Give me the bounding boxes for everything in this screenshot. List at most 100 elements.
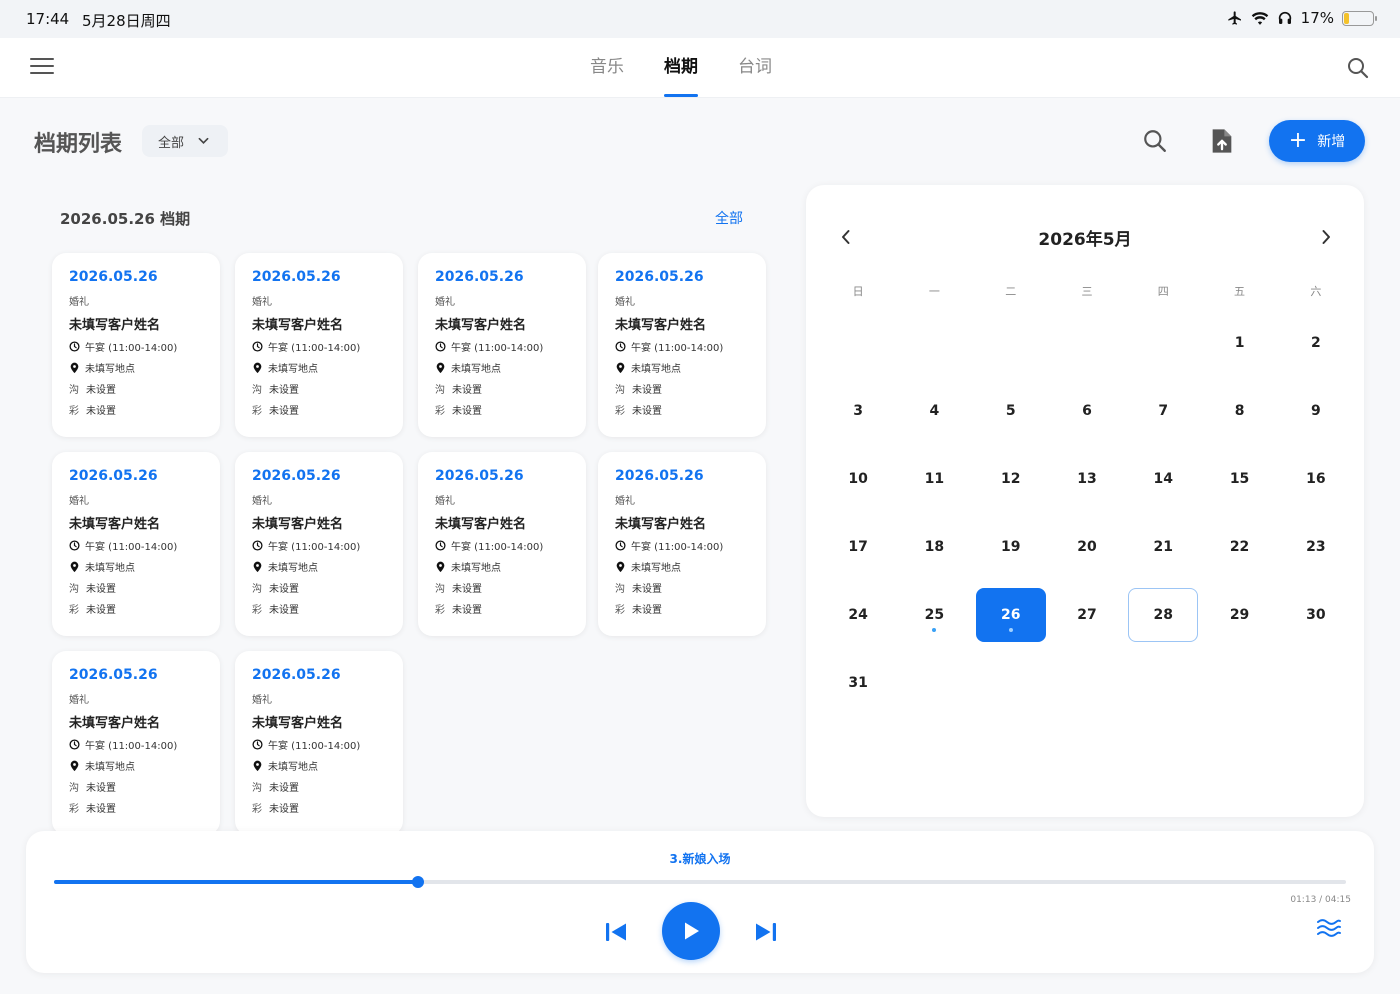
calendar-day[interactable]: 12 (973, 445, 1049, 513)
schedule-card[interactable]: 2026.05.26 婚礼 未填写客户姓名 午宴 (11:00-14:00) 未… (235, 253, 403, 437)
calendar-day[interactable]: 23 (1278, 513, 1354, 581)
schedule-search-icon[interactable] (1142, 128, 1168, 154)
calendar-day[interactable]: 15 (1201, 445, 1277, 513)
card-date: 2026.05.26 (615, 468, 704, 484)
calendar-day[interactable]: 22 (1201, 513, 1277, 581)
calendar-day[interactable]: 18 (896, 513, 972, 581)
calendar-day-number: 6 (1082, 403, 1092, 419)
card-location: 未填写地点 (451, 563, 501, 574)
status-date: 5月28日周四 (82, 12, 171, 30)
calendar-day[interactable]: 3 (820, 377, 896, 445)
calendar-day[interactable]: 25 (896, 581, 972, 649)
calendar-day[interactable]: 11 (896, 445, 972, 513)
card-time-row: 午宴 (11:00-14:00) (252, 734, 403, 755)
card-communication-row: 沟 未设置 (69, 378, 220, 399)
calendar-day[interactable]: 27 (1049, 581, 1125, 649)
search-icon[interactable] (1346, 56, 1370, 80)
card-communication-key: 沟 (69, 783, 79, 794)
card-time: 午宴 (11:00-14:00) (451, 343, 544, 354)
calendar-day[interactable]: 8 (1201, 377, 1277, 445)
calendar-day[interactable]: 16 (1278, 445, 1354, 513)
status-indicators: 17% (1227, 9, 1377, 27)
waves-icon[interactable] (1316, 917, 1342, 939)
calendar-day[interactable]: 24 (820, 581, 896, 649)
calendar-day[interactable]: 31 (820, 649, 896, 717)
calendar-day[interactable]: 20 (1049, 513, 1125, 581)
tab-schedule[interactable]: 档期 (664, 38, 698, 98)
calendar-day[interactable]: 10 (820, 445, 896, 513)
tab-music[interactable]: 音乐 (590, 38, 624, 98)
card-time-row: 午宴 (11:00-14:00) (252, 336, 403, 357)
calendar-day[interactable]: 21 (1125, 513, 1201, 581)
music-player: 3.新娘入场 01:13 / 04:15 (26, 831, 1374, 973)
calendar-day[interactable]: 7 (1125, 377, 1201, 445)
calendar-day[interactable]: 29 (1201, 581, 1277, 649)
calendar-day[interactable]: 28 (1125, 581, 1201, 649)
calendar-day[interactable]: 5 (973, 377, 1049, 445)
schedule-card[interactable]: 2026.05.26 婚礼 未填写客户姓名 午宴 (11:00-14:00) 未… (52, 651, 220, 835)
calendar-day[interactable]: 2 (1278, 309, 1354, 377)
card-time: 午宴 (11:00-14:00) (268, 542, 361, 553)
calendar-day[interactable]: 26 (973, 581, 1049, 649)
calendar-day-number: 18 (924, 539, 945, 555)
file-upload-icon[interactable] (1210, 127, 1234, 155)
tab-lines[interactable]: 台词 (738, 38, 772, 98)
calendar-day-number: 23 (1306, 539, 1326, 555)
schedule-card[interactable]: 2026.05.26 婚礼 未填写客户姓名 午宴 (11:00-14:00) 未… (598, 253, 766, 437)
calendar-day[interactable]: 9 (1278, 377, 1354, 445)
filter-dropdown[interactable]: 全部 (142, 125, 228, 157)
play-button[interactable] (662, 902, 720, 960)
card-time-row: 午宴 (11:00-14:00) (435, 336, 586, 357)
card-communication-value: 未设置 (86, 783, 116, 794)
event-dot (932, 628, 937, 632)
card-event-type: 婚礼 (615, 496, 635, 507)
card-location: 未填写地点 (85, 762, 135, 773)
schedule-card[interactable]: 2026.05.26 婚礼 未填写客户姓名 午宴 (11:00-14:00) 未… (52, 253, 220, 437)
calendar-day-number: 21 (1153, 539, 1174, 555)
calendar-day[interactable]: 30 (1278, 581, 1354, 649)
calendar-month-title: 2026年5月 (1038, 230, 1132, 250)
schedule-card[interactable]: 2026.05.26 婚礼 未填写客户姓名 午宴 (11:00-14:00) 未… (418, 452, 586, 636)
calendar-day[interactable]: 19 (973, 513, 1049, 581)
location-pin-icon (70, 362, 79, 373)
chevron-right-icon[interactable] (1316, 227, 1336, 247)
card-communication-value: 未设置 (86, 584, 116, 595)
weekday-label: 一 (928, 285, 940, 298)
calendar-day[interactable]: 4 (896, 377, 972, 445)
card-rehearsal-row: 彩 未设置 (252, 797, 403, 818)
calendar-day[interactable]: 1 (1201, 309, 1277, 377)
schedule-card[interactable]: 2026.05.26 婚礼 未填写客户姓名 午宴 (11:00-14:00) 未… (235, 452, 403, 636)
calendar-day[interactable]: 13 (1049, 445, 1125, 513)
card-location: 未填写地点 (451, 364, 501, 375)
card-communication-row: 沟 未设置 (435, 378, 586, 399)
schedule-card[interactable]: 2026.05.26 婚礼 未填写客户姓名 午宴 (11:00-14:00) 未… (52, 452, 220, 636)
card-rehearsal-row: 彩 未设置 (435, 598, 586, 619)
card-customer-name: 未填写客户姓名 (435, 318, 527, 333)
schedule-card[interactable]: 2026.05.26 婚礼 未填写客户姓名 午宴 (11:00-14:00) 未… (418, 253, 586, 437)
schedule-card[interactable]: 2026.05.26 婚礼 未填写客户姓名 午宴 (11:00-14:00) 未… (598, 452, 766, 636)
skip-next-icon[interactable] (754, 921, 778, 943)
card-customer-name: 未填写客户姓名 (615, 517, 707, 532)
calendar-day-number: 25 (899, 588, 969, 642)
calendar-day[interactable]: 6 (1049, 377, 1125, 445)
view-all-link[interactable]: 全部 (715, 208, 743, 228)
add-schedule-button[interactable]: + 新增 (1269, 120, 1365, 162)
battery-icon (1342, 10, 1377, 26)
progress-handle[interactable] (412, 876, 425, 888)
progress-slider[interactable] (54, 876, 1346, 888)
skip-previous-icon[interactable] (604, 921, 628, 943)
card-location-row: 未填写地点 (615, 556, 766, 577)
card-location: 未填写地点 (268, 762, 318, 773)
card-communication-key: 沟 (69, 385, 79, 396)
card-rehearsal-value: 未设置 (269, 406, 299, 417)
calendar-day-number: 12 (1000, 471, 1021, 487)
calendar-day[interactable]: 17 (820, 513, 896, 581)
schedule-card[interactable]: 2026.05.26 婚礼 未填写客户姓名 午宴 (11:00-14:00) 未… (235, 651, 403, 835)
menu-icon[interactable] (30, 58, 54, 78)
calendar-day[interactable]: 14 (1125, 445, 1201, 513)
card-communication-value: 未设置 (269, 584, 299, 595)
list-section-title: 2026.05.26 档期 (60, 210, 191, 228)
calendar-day-number: 31 (848, 675, 868, 691)
card-communication-row: 沟 未设置 (252, 378, 403, 399)
card-customer-name: 未填写客户姓名 (252, 318, 344, 333)
